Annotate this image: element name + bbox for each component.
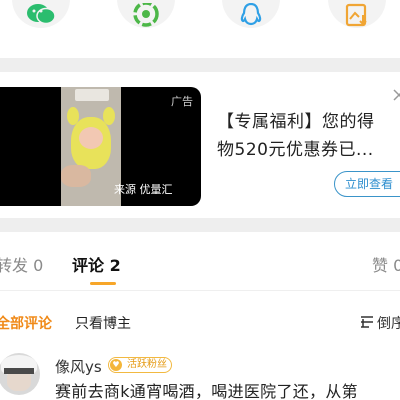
share-wechat-button[interactable] [12, 0, 70, 28]
comment-username[interactable]: 像风ys [55, 356, 102, 377]
avatar-blindfold [4, 368, 34, 374]
qq-icon [240, 3, 262, 26]
fan-badge[interactable]: ♥ 活跃粉丝 [108, 357, 172, 373]
share-row [0, 0, 400, 58]
moments-icon [133, 3, 159, 27]
active-tab-indicator [90, 282, 116, 285]
tab-likes[interactable]: 赞 0 [372, 252, 400, 276]
ad-cta-button[interactable]: 立即查看 [334, 171, 400, 197]
share-qq-button[interactable] [222, 0, 280, 28]
ad-title[interactable]: 【专属福利】您的得物520元优惠券已... [217, 108, 377, 164]
sort-button[interactable]: 倒序 [377, 313, 400, 333]
avatar[interactable] [0, 353, 40, 395]
tab-repost[interactable]: 转发 0 [0, 252, 43, 276]
fan-badge-icon: ♥ [110, 359, 122, 371]
section-separator [0, 58, 400, 72]
tab-comments[interactable]: 评论 2 [72, 252, 121, 276]
ad-card[interactable]: 广告 来源 优量汇 【专属福利】您的得物520元优惠券已... [0, 72, 400, 218]
save-image-button[interactable] [328, 0, 386, 28]
fan-badge-label: 活跃粉丝 [127, 359, 167, 370]
tabs-divider [0, 290, 400, 291]
comment-text[interactable]: 赛前去商k通宵喝酒，喝进医院了还，从第 [55, 378, 358, 400]
share-moments-button[interactable] [117, 0, 175, 28]
hand [61, 165, 91, 187]
plush-photo [61, 87, 121, 206]
close-icon[interactable] [392, 88, 400, 102]
ad-image[interactable]: 广告 来源 优量汇 [0, 87, 201, 206]
sort-icon[interactable] [360, 316, 374, 328]
filter-op-only[interactable]: 只看博主 [75, 313, 131, 333]
filter-all-comments[interactable]: 全部评论 [0, 313, 52, 333]
section-separator [0, 218, 400, 232]
plush-face [79, 127, 103, 149]
tag-card [75, 89, 109, 101]
ad-tag: 广告 [171, 95, 193, 108]
save-image-icon [345, 3, 367, 27]
ad-source: 来源 优量汇 [114, 183, 173, 196]
wechat-icon [27, 4, 56, 25]
